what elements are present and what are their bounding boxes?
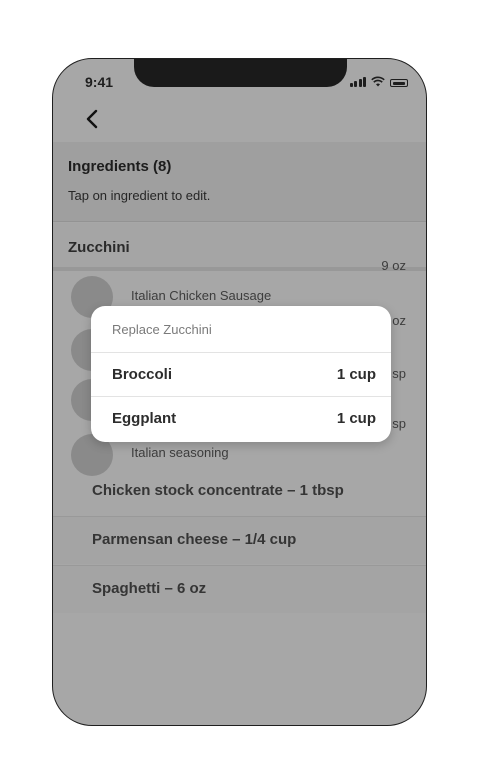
popup-title: Replace Zucchini	[112, 322, 212, 337]
battery-icon	[390, 79, 408, 87]
status-time: 9:41	[85, 74, 114, 90]
ingredient-label: Spaghetti – 6 oz	[92, 580, 207, 597]
ingredient-row[interactable]: Chicken stock concentrate – 1 tbsp	[53, 468, 426, 516]
back-button[interactable]	[81, 107, 105, 131]
chevron-left-icon	[86, 109, 98, 129]
replace-popup: Replace Zucchini Broccoli 1 cup Eggplant…	[91, 306, 391, 442]
ingredient-label: Chicken stock concentrate – 1 tbsp	[92, 482, 344, 499]
ingredient-label: Parmensan cheese – 1/4 cup	[92, 531, 297, 548]
option-qty: 1 cup	[336, 410, 376, 427]
option-qty: 1 cup	[336, 366, 376, 383]
phone-frame: 9:41 Ingredients (8) Tap on ingredient t…	[52, 58, 427, 726]
status-icons	[349, 76, 408, 87]
option-name: Broccoli	[112, 366, 173, 383]
ingredient-row[interactable]: Parmensan cheese – 1/4 cup	[53, 516, 426, 564]
ingredients-header: Ingredients (8) Tap on ingredient to edi…	[53, 142, 426, 222]
substitute-qty: oz	[392, 313, 406, 328]
notch	[134, 59, 347, 87]
page-subtitle: Tap on ingredient to edit.	[68, 188, 211, 203]
replace-option-broccoli[interactable]: Broccoli 1 cup	[91, 352, 391, 396]
selected-ingredient-bar[interactable]: Zucchini	[53, 223, 426, 269]
selected-ingredient-name: Zucchini	[68, 239, 130, 256]
wifi-icon	[371, 76, 385, 87]
substitute-qty: 9 oz	[381, 258, 406, 273]
substitute-name: Italian Chicken Sausage	[131, 288, 272, 303]
substitute-qty: sp	[392, 416, 406, 431]
signal-icon	[349, 77, 366, 87]
replace-option-eggplant[interactable]: Eggplant 1 cup	[91, 396, 391, 440]
ingredient-row[interactable]: Spaghetti – 6 oz	[53, 565, 426, 613]
divider	[53, 267, 426, 271]
substitute-name: Italian seasoning	[131, 445, 229, 460]
substitute-qty: sp	[392, 366, 406, 381]
page-title: Ingredients (8)	[68, 158, 172, 175]
option-name: Eggplant	[112, 410, 177, 427]
